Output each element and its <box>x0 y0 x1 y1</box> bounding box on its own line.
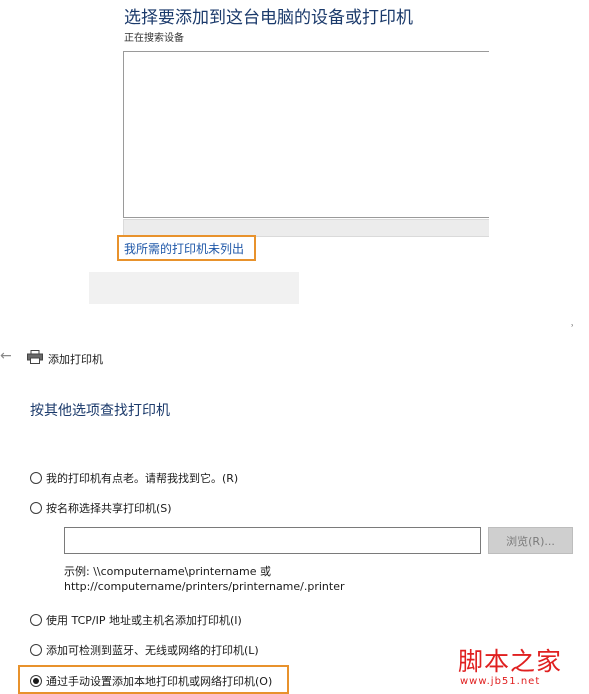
example-text-line1: 示例: \\computername\printername 或 <box>64 565 272 578</box>
radio-shared-printer[interactable] <box>30 502 42 514</box>
option-tcp-ip-label: 使用 TCP/IP 地址或主机名添加打印机(I) <box>46 614 242 627</box>
shared-printer-name-input[interactable] <box>64 527 481 554</box>
option-printer-old[interactable]: 我的打印机有点老。请帮我找到它。(R) <box>30 470 238 486</box>
option-printer-old-label: 我的打印机有点老。请帮我找到它。(R) <box>46 472 239 485</box>
option-shared-printer-label: 按名称选择共享打印机(S) <box>46 502 172 515</box>
option-manual-setup-label: 通过手动设置添加本地打印机或网络打印机(O) <box>46 675 273 688</box>
example-text-line2: http://computername/printers/printername… <box>64 580 345 593</box>
radio-manual-setup[interactable] <box>30 675 42 687</box>
watermark-logo-text: 脚本之家 <box>458 647 563 676</box>
radio-bluetooth-wireless[interactable] <box>30 644 42 656</box>
search-status-text: 正在搜索设备 <box>124 33 184 44</box>
printer-icon <box>27 350 43 364</box>
back-arrow-icon[interactable]: ← <box>0 348 14 364</box>
browse-button[interactable]: 浏览(R)... <box>488 527 573 554</box>
device-list[interactable] <box>123 51 489 218</box>
watermark-url: www.jb51.net <box>460 676 541 687</box>
option-bluetooth-wireless-label: 添加可检测到蓝牙、无线或网络的打印机(L) <box>46 644 259 657</box>
page-heading: 按其他选项查找打印机 <box>30 403 170 419</box>
corner-mark: ˒ <box>571 322 574 332</box>
option-shared-printer[interactable]: 按名称选择共享打印机(S) <box>30 500 172 516</box>
device-search-title: 选择要添加到这台电脑的设备或打印机 <box>124 8 413 28</box>
divider-band <box>89 272 299 304</box>
option-tcp-ip[interactable]: 使用 TCP/IP 地址或主机名添加打印机(I) <box>30 612 242 628</box>
radio-tcp-ip[interactable] <box>30 614 42 626</box>
printer-not-listed-link[interactable]: 我所需的打印机未列出 <box>124 240 244 257</box>
option-manual-setup[interactable]: 通过手动设置添加本地打印机或网络打印机(O) <box>30 673 272 689</box>
radio-printer-old[interactable] <box>30 472 42 484</box>
option-bluetooth-wireless[interactable]: 添加可检测到蓝牙、无线或网络的打印机(L) <box>30 642 259 658</box>
wizard-title: 添加打印机 <box>48 353 103 366</box>
